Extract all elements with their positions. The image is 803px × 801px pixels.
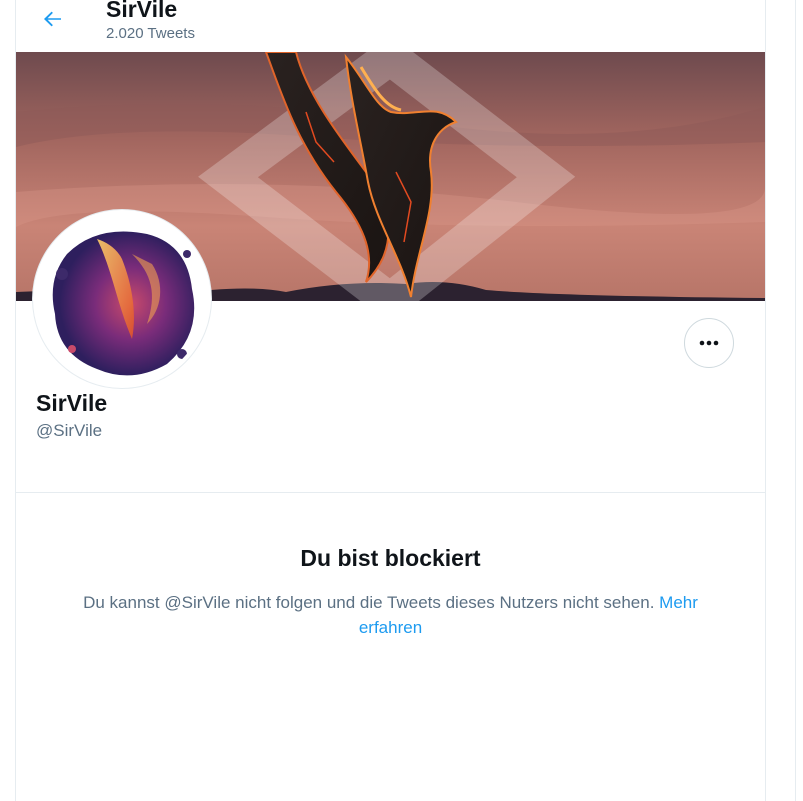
profile-page: SirVile 2.020 Tweets SirVile @SirVile Du… <box>0 0 803 801</box>
profile-handle: @SirVile <box>36 421 103 440</box>
blocked-title: Du bist blockiert <box>300 545 481 571</box>
main-column: SirVile 2.020 Tweets SirVile @SirVile Du… <box>15 0 766 801</box>
back-button[interactable] <box>36 2 70 36</box>
more-options-button[interactable] <box>684 318 734 368</box>
sidebar-divider <box>795 0 796 801</box>
blocked-message: Du kannst @SirVile nicht folgen und die … <box>51 590 730 640</box>
more-dots-icon <box>699 340 719 346</box>
avatar-image <box>37 214 207 384</box>
tweet-count: 2.020 Tweets <box>106 25 195 42</box>
arrow-left-icon <box>44 11 61 27</box>
section-divider <box>16 492 765 493</box>
avatar[interactable] <box>33 210 211 388</box>
blocked-message-text: Du kannst @SirVile nicht folgen und die … <box>83 593 655 612</box>
header-title: SirVile <box>106 0 178 22</box>
profile-name: SirVile <box>36 390 108 416</box>
profile-header: SirVile 2.020 Tweets <box>16 0 765 52</box>
